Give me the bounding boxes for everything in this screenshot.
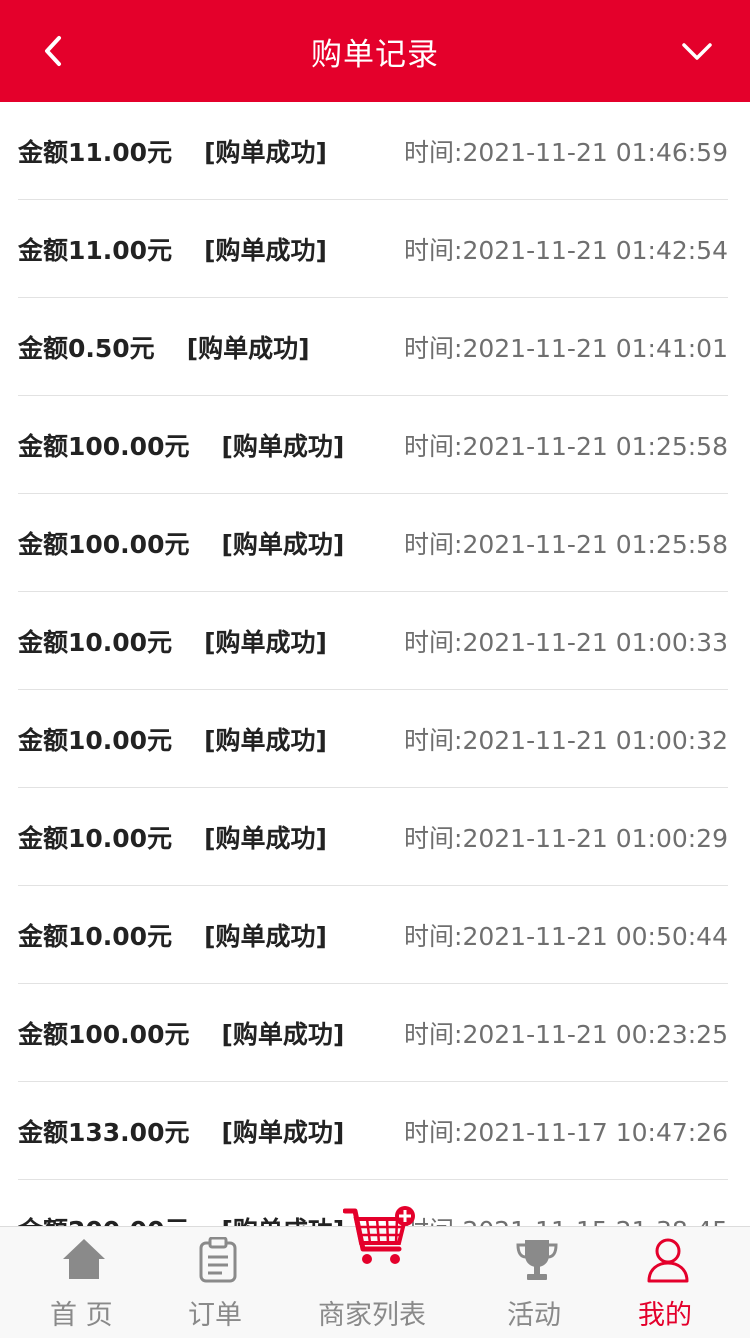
back-button[interactable]: [28, 26, 78, 76]
record-time: 时间:2021-11-15 21:38:45: [404, 1211, 728, 1227]
record-amount: 金额10.00元: [18, 725, 173, 755]
tab-mine-label: 我的: [638, 1300, 692, 1331]
record-amount: 金额100.00元: [18, 1019, 190, 1049]
record-status: [购单成功]: [221, 431, 345, 461]
record-status: [购单成功]: [221, 1211, 344, 1227]
record-status: [购单成功]: [204, 235, 327, 265]
record-status: [购单成功]: [204, 627, 327, 657]
record-row[interactable]: 金额100.00元 [购单成功] 时间:2021-11-21 01:25:58: [18, 494, 728, 592]
record-amount: 金额11.00元: [18, 235, 173, 265]
tab-merchant-list[interactable]: 商家列表: [313, 1206, 441, 1338]
record-time: 时间:2021-11-17 10:47:26: [404, 1117, 728, 1147]
bottom-tab-bar: 首 页 订单 商家列表 活动 我的: [0, 1206, 750, 1338]
home-icon: [63, 1239, 105, 1279]
record-amount: 金额100.00元: [18, 431, 190, 461]
header-bar: 购单记录: [0, 0, 750, 102]
record-time: 时间:2021-11-21 01:46:59: [404, 137, 728, 167]
record-row[interactable]: 金额100.00元 [购单成功] 时间:2021-11-21 00:23:25: [18, 984, 728, 1082]
tab-home-label: 首 页: [50, 1300, 113, 1331]
record-status: [购单成功]: [221, 1117, 345, 1147]
record-row[interactable]: 金额11.00元 [购单成功] 时间:2021-11-21 01:46:59: [18, 102, 728, 200]
record-time: 时间:2021-11-21 01:00:29: [404, 823, 728, 853]
record-row[interactable]: 金额10.00元 [购单成功] 时间:2021-11-21 01:00:29: [18, 788, 728, 886]
record-status: [购单成功]: [204, 921, 327, 951]
tab-activities-label: 活动: [507, 1300, 561, 1331]
record-amount: 金额133.00元: [18, 1117, 190, 1147]
page-title: 购单记录: [311, 36, 439, 73]
record-time: 时间:2021-11-21 01:25:58: [404, 529, 728, 559]
record-time: 时间:2021-11-21 01:00:32: [404, 725, 728, 755]
record-time: 时间:2021-11-21 01:42:54: [404, 235, 728, 265]
record-amount: 金额100.00元: [18, 529, 190, 559]
record-amount: 金额200.00元: [18, 1211, 189, 1227]
record-time: 时间:2021-11-21 01:25:58: [404, 431, 728, 461]
record-amount: 金额10.00元: [18, 627, 173, 657]
clipboard-icon: [199, 1237, 237, 1283]
record-status: [购单成功]: [204, 823, 327, 853]
record-row[interactable]: 金额11.00元 [购单成功] 时间:2021-11-21 01:42:54: [18, 200, 728, 298]
record-time: 时间:2021-11-21 00:50:44: [404, 921, 728, 951]
record-status: [购单成功]: [186, 333, 310, 363]
shopping-cart-icon: [343, 1206, 415, 1264]
tab-mine[interactable]: 我的: [628, 1227, 708, 1338]
record-row[interactable]: 金额10.00元 [购单成功] 时间:2021-11-21 00:50:44: [18, 886, 728, 984]
record-amount: 金额10.00元: [18, 823, 173, 853]
record-status: [购单成功]: [221, 529, 345, 559]
record-status: [购单成功]: [204, 137, 327, 167]
record-amount: 金额0.50元: [18, 333, 155, 363]
record-status: [购单成功]: [204, 725, 327, 755]
record-row[interactable]: 金额10.00元 [购单成功] 时间:2021-11-21 01:00:32: [18, 690, 728, 788]
record-row[interactable]: 金额133.00元 [购单成功] 时间:2021-11-17 10:47:26: [18, 1082, 728, 1180]
user-icon: [647, 1238, 689, 1283]
tab-home[interactable]: 首 页: [38, 1227, 130, 1338]
record-row[interactable]: 金额100.00元 [购单成功] 时间:2021-11-21 01:25:58: [18, 396, 728, 494]
chevron-down-icon: [682, 43, 712, 60]
chevron-left-icon: [45, 36, 61, 66]
tab-orders[interactable]: 订单: [178, 1227, 258, 1338]
record-time: 时间:2021-11-21 01:00:33: [404, 627, 728, 657]
record-status: [购单成功]: [221, 1019, 345, 1049]
record-time: 时间:2021-11-21 00:23:25: [404, 1019, 728, 1049]
trophy-icon: [516, 1240, 558, 1280]
dropdown-menu-button[interactable]: [672, 26, 722, 76]
record-row[interactable]: 金额0.50元 [购单成功] 时间:2021-11-21 01:41:01: [18, 298, 728, 396]
record-amount: 金额10.00元: [18, 921, 173, 951]
purchase-record-list[interactable]: 金额11.00元 [购单成功] 时间:2021-11-21 01:46:59 金…: [0, 102, 750, 1226]
tab-activities[interactable]: 活动: [497, 1227, 577, 1338]
record-row[interactable]: 金额10.00元 [购单成功] 时间:2021-11-21 01:00:33: [18, 592, 728, 690]
tab-orders-label: 订单: [188, 1300, 242, 1331]
tab-merchant-list-label: 商家列表: [318, 1300, 426, 1331]
app-screen: 购单记录 金额11.00元 [购单成功] 时间:2021-11-21 01:46…: [0, 0, 750, 1338]
record-amount: 金额11.00元: [18, 137, 173, 167]
record-time: 时间:2021-11-21 01:41:01: [404, 333, 728, 363]
